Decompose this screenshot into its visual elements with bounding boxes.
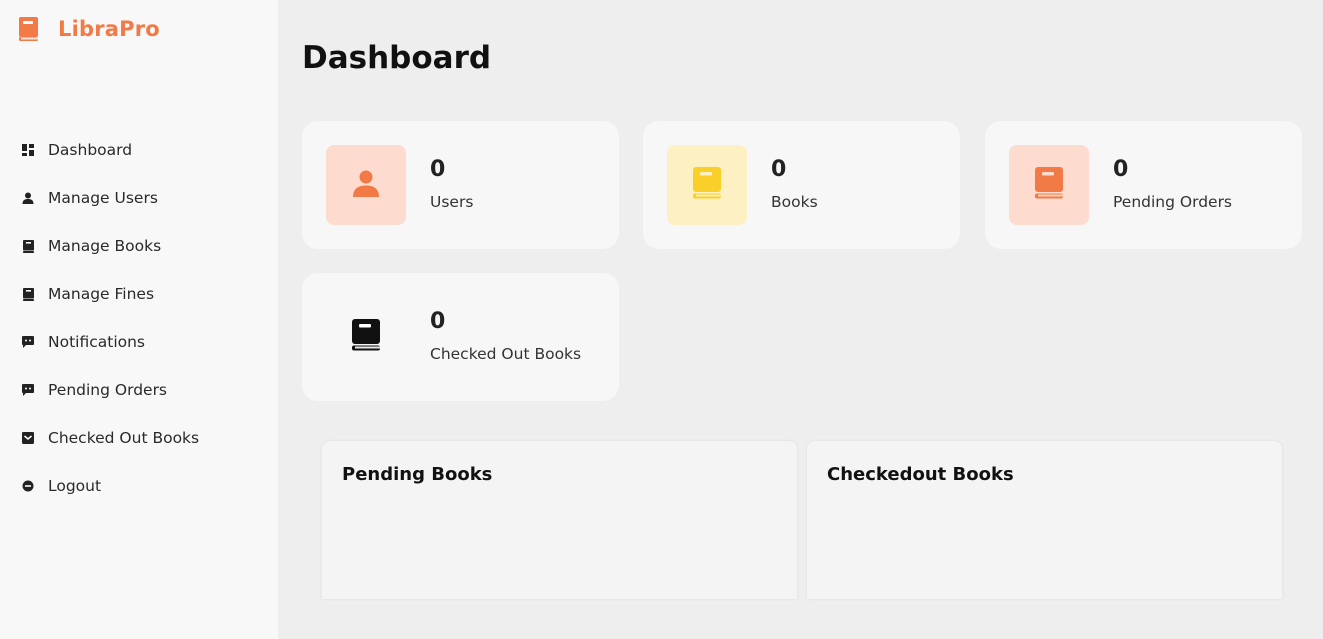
brand-name: LibraPro xyxy=(58,17,160,41)
card-icon-box xyxy=(326,297,406,377)
card-label: Books xyxy=(771,193,818,211)
sidebar-item-label: Manage Fines xyxy=(48,285,155,303)
sidebar-item-dashboard[interactable]: Dashboard xyxy=(0,126,278,174)
message-icon xyxy=(21,383,35,397)
card-count: 0 xyxy=(430,309,446,334)
sidebar-item-label: Pending Orders xyxy=(48,381,168,399)
card-label: Pending Orders xyxy=(1113,193,1233,211)
card-icon-box xyxy=(667,145,747,225)
book-icon xyxy=(21,287,35,301)
inbox-icon xyxy=(21,431,35,445)
card-label: Users xyxy=(430,193,474,211)
user-icon xyxy=(21,191,35,205)
logout-icon xyxy=(21,479,35,493)
sidebar-item-manage-fines[interactable]: Manage Fines xyxy=(0,270,278,318)
sidebar-item-logout[interactable]: Logout xyxy=(0,462,278,510)
sidebar-item-label: Manage Books xyxy=(48,237,162,255)
sidebar-item-manage-users[interactable]: Manage Users xyxy=(0,174,278,222)
dashboard-grid-icon xyxy=(21,143,35,157)
book-icon xyxy=(352,319,380,355)
message-icon xyxy=(21,335,35,349)
card-label: Checked Out Books xyxy=(430,345,582,363)
sidebar-item-label: Logout xyxy=(48,477,102,495)
stat-card-checked-out-books: 0 Checked Out Books xyxy=(302,273,619,401)
panel-title: Checkedout Books xyxy=(827,464,1014,485)
book-icon xyxy=(693,167,721,203)
card-count: 0 xyxy=(1113,157,1129,182)
brand-logo[interactable]: LibraPro xyxy=(18,16,160,42)
main-content: Dashboard 0 Users 0 Books 0 Pending Orde… xyxy=(278,0,1323,639)
sidebar-item-label: Notifications xyxy=(48,333,146,351)
card-count: 0 xyxy=(430,157,446,182)
page-title: Dashboard xyxy=(302,40,492,76)
card-icon-box xyxy=(1009,145,1089,225)
app-root: LibraPro Dashboard Manage Users Manage B… xyxy=(0,0,1323,639)
checkedout-books-panel: Checkedout Books xyxy=(807,441,1282,599)
sidebar: LibraPro Dashboard Manage Users Manage B… xyxy=(0,0,278,639)
sidebar-item-checked-out-books[interactable]: Checked Out Books xyxy=(0,414,278,462)
sidebar-item-manage-books[interactable]: Manage Books xyxy=(0,222,278,270)
sidebar-item-notifications[interactable]: Notifications xyxy=(0,318,278,366)
sidebar-item-label: Dashboard xyxy=(48,141,133,159)
pending-books-panel: Pending Books xyxy=(322,441,797,599)
sidebar-item-label: Manage Users xyxy=(48,189,158,207)
stat-card-pending-orders: 0 Pending Orders xyxy=(985,121,1302,249)
sidebar-nav: Dashboard Manage Users Manage Books Mana… xyxy=(0,126,278,510)
stat-card-books: 0 Books xyxy=(643,121,960,249)
stat-card-users: 0 Users xyxy=(302,121,619,249)
sidebar-item-pending-orders[interactable]: Pending Orders xyxy=(0,366,278,414)
sidebar-item-label: Checked Out Books xyxy=(48,429,200,447)
card-icon-box xyxy=(326,145,406,225)
panel-title: Pending Books xyxy=(342,464,493,485)
book-icon xyxy=(1035,167,1063,203)
book-icon xyxy=(21,239,35,253)
user-icon xyxy=(351,168,381,202)
card-count: 0 xyxy=(771,157,787,182)
book-logo-icon xyxy=(18,16,40,42)
